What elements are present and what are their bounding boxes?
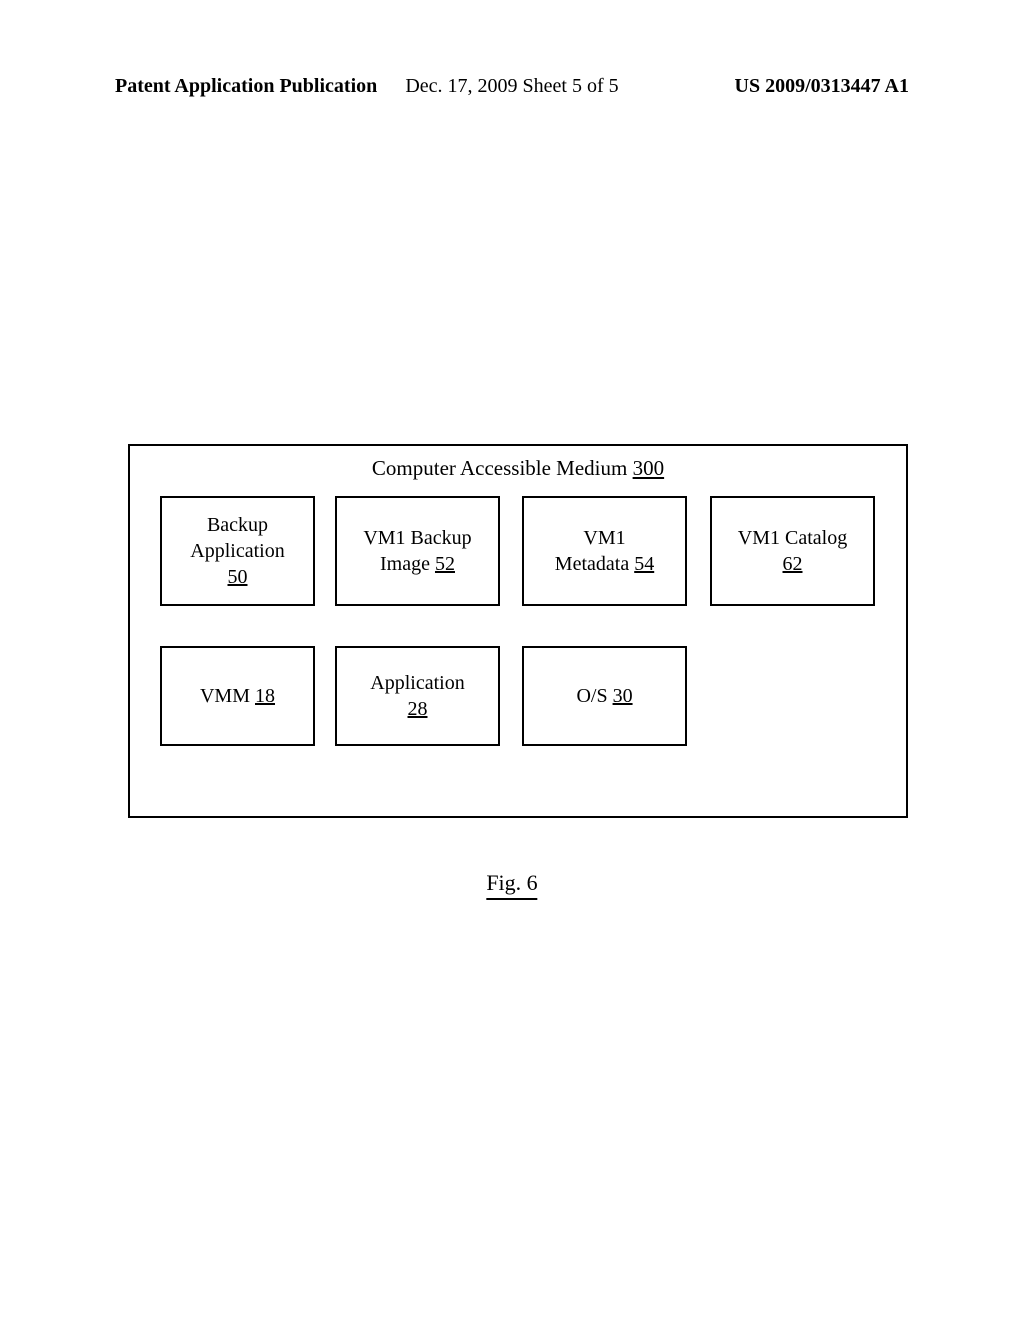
box-label: VM1 xyxy=(583,525,625,551)
figure-caption: Fig. 6 xyxy=(486,870,537,900)
box-label: Backup xyxy=(207,512,268,538)
box-application: Application 28 xyxy=(335,646,500,746)
box-ref: 18 xyxy=(255,685,275,707)
header-publication-number: US 2009/0313447 A1 xyxy=(735,75,909,98)
box-label: Application xyxy=(190,538,284,564)
diagram-title-text: Computer Accessible Medium xyxy=(372,456,633,480)
box-ref: 52 xyxy=(435,553,455,575)
box-label: VM1 Backup xyxy=(363,525,471,551)
box-vm1-metadata: VM1 Metadata 54 xyxy=(522,496,687,606)
header-publication-type: Patent Application Publication xyxy=(115,75,377,98)
box-vm1-backup-image: VM1 Backup Image 52 xyxy=(335,496,500,606)
box-vmm: VMM 18 xyxy=(160,646,315,746)
box-ref: 54 xyxy=(634,553,654,575)
box-label-with-ref: Metadata 54 xyxy=(555,551,654,577)
box-ref: 28 xyxy=(408,696,428,722)
box-vm1-catalog: VM1 Catalog 62 xyxy=(710,496,875,606)
box-label: Application xyxy=(370,670,464,696)
diagram-title: Computer Accessible Medium 300 xyxy=(372,456,664,481)
header-date-sheet: Dec. 17, 2009 Sheet 5 of 5 xyxy=(405,75,618,98)
box-label-with-ref: Image 52 xyxy=(380,551,455,577)
box-label-with-ref: VMM 18 xyxy=(200,683,275,709)
box-backup-application: Backup Application 50 xyxy=(160,496,315,606)
box-ref: 30 xyxy=(613,685,633,707)
box-ref: 62 xyxy=(783,551,803,577)
diagram-title-ref: 300 xyxy=(633,456,665,480)
box-label: VM1 Catalog xyxy=(738,525,847,551)
box-ref: 50 xyxy=(228,564,248,590)
diagram-outer-box: Computer Accessible Medium 300 Backup Ap… xyxy=(128,444,908,818)
box-os: O/S 30 xyxy=(522,646,687,746)
box-label-with-ref: O/S 30 xyxy=(576,683,632,709)
